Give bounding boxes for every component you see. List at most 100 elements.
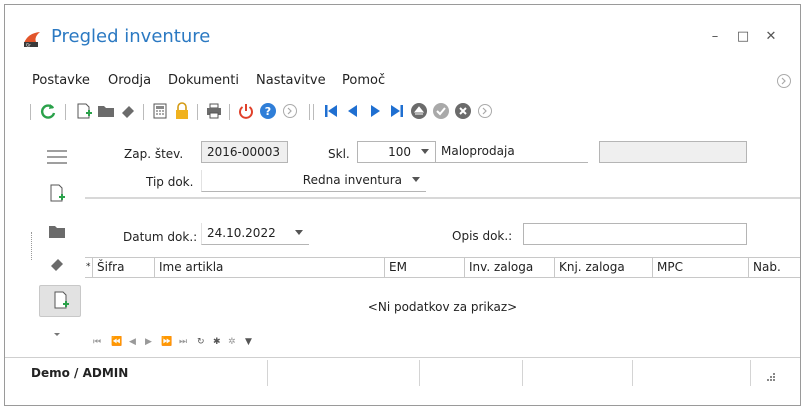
column-inv-zaloga[interactable]: Inv. zaloga: [465, 258, 555, 278]
nav-next-page-icon[interactable]: ⏩: [161, 337, 172, 347]
tip-dok-select[interactable]: Redna inventura: [201, 170, 426, 192]
side-grip: [31, 232, 32, 260]
nav-prev-icon[interactable]: ◀: [129, 337, 136, 347]
skl-value: 100: [388, 145, 411, 159]
svg-text:Gr: Gr: [26, 43, 31, 48]
nav-next-icon[interactable]: ▶: [145, 337, 152, 347]
status-separator: [750, 360, 751, 386]
menu-pomoc[interactable]: Pomoč: [342, 73, 385, 88]
toolbar-separator: [229, 104, 230, 120]
first-record-icon[interactable]: [322, 102, 340, 120]
nav-filter-icon[interactable]: ▼: [245, 337, 252, 347]
lock-icon[interactable]: [173, 102, 191, 120]
menu-orodja[interactable]: Orodja: [108, 73, 151, 88]
close-button[interactable]: ✕: [763, 29, 779, 45]
opis-dok-field[interactable]: [523, 223, 747, 245]
datum-dok-label: Datum dok.:: [123, 230, 198, 244]
calculator-icon[interactable]: [151, 102, 169, 120]
help-icon[interactable]: ?: [259, 102, 277, 120]
eraser-icon[interactable]: [45, 254, 69, 276]
skl-select[interactable]: 100: [357, 141, 436, 163]
column-em[interactable]: EM: [385, 258, 465, 278]
chevron-down-icon: [421, 149, 429, 154]
side-toolbar: [31, 138, 83, 353]
items-grid: * Šifra Ime artikla EM Inv. zaloga Knj. …: [85, 257, 800, 349]
grid-header: * Šifra Ime artikla EM Inv. zaloga Knj. …: [85, 257, 800, 278]
toolbar-separator: [65, 104, 66, 120]
chevron-down-icon: [412, 177, 420, 182]
previous-record-icon[interactable]: [344, 102, 362, 120]
folder-icon[interactable]: [97, 102, 115, 120]
skl-name-field: Maloprodaja: [436, 141, 588, 163]
folder-icon[interactable]: [45, 221, 69, 243]
chevron-down-icon[interactable]: [45, 324, 69, 346]
print-icon[interactable]: [205, 102, 223, 120]
status-bar: Demo / ADMIN: [5, 357, 800, 387]
resize-grip-icon[interactable]: [766, 372, 776, 382]
column-nab[interactable]: Nab.: [749, 258, 800, 278]
menu-nastavitve[interactable]: Nastavitve: [256, 73, 326, 88]
window-title: Pregled inventure: [51, 26, 211, 47]
empty-message: <Ni podatkov za prikaz>: [367, 300, 518, 314]
toolbar-separator: [197, 104, 198, 120]
status-separator: [522, 360, 523, 386]
nav-refresh-icon[interactable]: ↻: [197, 337, 205, 347]
new-document-icon: [54, 291, 69, 309]
menu-bar: Postavke Orodja Dokumenti Nastavitve Pom…: [5, 67, 800, 93]
skl-extra-field: [599, 141, 747, 163]
toolbar-grip: [30, 104, 31, 120]
toolbar-separator: [143, 104, 144, 120]
opis-dok-label: Opis dok.:: [452, 229, 513, 243]
datum-dok-field[interactable]: 24.10.2022: [201, 223, 309, 245]
status-user: Demo / ADMIN: [31, 366, 129, 380]
toolbar-separator: [313, 104, 314, 120]
cancel-icon[interactable]: [454, 102, 472, 120]
main-window: Gr Pregled inventure – □ ✕ Postavke Orod…: [4, 4, 801, 406]
next-record-icon[interactable]: [366, 102, 384, 120]
tip-dok-label: Tip dok.: [146, 175, 194, 189]
title-bar: Gr Pregled inventure – □ ✕: [5, 5, 800, 67]
new-document-icon[interactable]: [45, 183, 69, 205]
new-row-marker: *: [85, 258, 93, 278]
form-divider: [85, 197, 800, 199]
zap-stev-field[interactable]: 2016-00003: [201, 141, 288, 163]
eject-icon[interactable]: [410, 102, 428, 120]
column-ime-artikla[interactable]: Ime artikla: [155, 258, 385, 278]
svg-text:?: ?: [265, 105, 271, 118]
toolbar-separator: [309, 104, 310, 120]
maximize-button[interactable]: □: [735, 29, 751, 45]
nav-prev-page-icon[interactable]: ⏪: [111, 337, 122, 347]
skl-label: Skl.: [328, 147, 350, 161]
menu-postavke[interactable]: Postavke: [32, 73, 90, 88]
nav-last-icon[interactable]: ⏭: [179, 337, 187, 347]
collapse-circle-icon[interactable]: [776, 73, 792, 89]
minimize-button[interactable]: –: [707, 29, 723, 45]
nav-first-icon[interactable]: ⏮: [93, 337, 101, 347]
toolbar: ?: [5, 98, 800, 128]
column-mpc[interactable]: MPC: [653, 258, 749, 278]
chevron-down-icon: [295, 230, 303, 235]
forward-circle-small-icon[interactable]: [476, 102, 494, 120]
forward-circle-icon[interactable]: [281, 102, 299, 120]
status-separator: [267, 360, 268, 386]
tip-dok-value: Redna inventura: [302, 173, 402, 187]
menu-dokumenti[interactable]: Dokumenti: [168, 73, 239, 88]
last-record-icon[interactable]: [388, 102, 406, 120]
status-separator: [632, 360, 633, 386]
hamburger-menu-icon[interactable]: [45, 146, 69, 168]
new-item-button[interactable]: [39, 285, 81, 317]
eraser-icon[interactable]: [119, 102, 137, 120]
datum-dok-value: 24.10.2022: [207, 226, 276, 240]
grid-navigator: ⏮ ⏪ ◀ ▶ ⏩ ⏭ ↻ ✱ ✲ ▼: [85, 337, 285, 349]
column-knj-zaloga[interactable]: Knj. zaloga: [555, 258, 653, 278]
confirm-icon[interactable]: [432, 102, 450, 120]
app-logo-icon: Gr: [24, 32, 40, 48]
power-icon[interactable]: [237, 102, 255, 120]
nav-insert-icon[interactable]: ✱: [213, 337, 221, 347]
status-separator: [419, 360, 420, 386]
nav-insert-copy-icon[interactable]: ✲: [228, 337, 236, 347]
zap-stev-label: Zap. štev.: [124, 147, 184, 161]
refresh-icon[interactable]: [39, 102, 57, 120]
column-sifra[interactable]: Šifra: [93, 258, 155, 278]
new-document-icon[interactable]: [75, 102, 93, 120]
